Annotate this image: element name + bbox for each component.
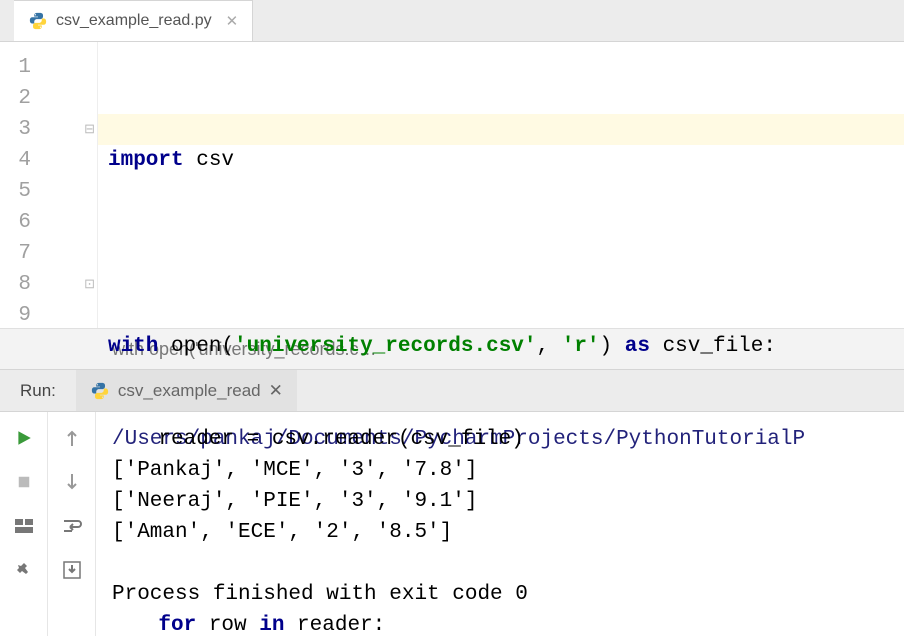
fold-end-icon[interactable]: ⊡ — [84, 269, 95, 300]
python-file-icon — [28, 11, 48, 31]
run-panel-label: Run: — [0, 370, 76, 411]
stop-button[interactable] — [10, 468, 38, 496]
fold-start-icon[interactable]: ⊟ — [84, 114, 95, 145]
line-number: 9 — [0, 300, 97, 331]
soft-wrap-button[interactable] — [58, 512, 86, 540]
layout-button[interactable] — [10, 512, 38, 540]
line-number: 2 — [0, 83, 97, 114]
line-number: 1 — [0, 52, 97, 83]
line-number: 5 — [0, 176, 97, 207]
scroll-down-button[interactable] — [58, 468, 86, 496]
editor-tab-csv-example-read[interactable]: csv_example_read.py ✕ — [14, 0, 253, 41]
run-button[interactable] — [10, 424, 38, 452]
line-number: 7 — [0, 238, 97, 269]
line-gutter: 1 2 3 4 5 6 7 8 9 ⊟ ⊡ — [0, 42, 98, 328]
line-number: 6 — [0, 207, 97, 238]
scroll-to-end-button[interactable] — [58, 556, 86, 584]
line-number: 8 — [0, 269, 97, 300]
line-number: 3 — [0, 114, 97, 145]
line-number: 4 — [0, 145, 97, 176]
editor-tabbar: csv_example_read.py ✕ — [0, 0, 904, 42]
console-tool-columns — [0, 412, 96, 636]
code-area[interactable]: import csv with open('university_records… — [98, 42, 904, 328]
close-icon[interactable]: ✕ — [226, 12, 239, 30]
code-editor[interactable]: 1 2 3 4 5 6 7 8 9 ⊟ ⊡ import csv with op… — [0, 42, 904, 328]
scroll-up-button[interactable] — [58, 424, 86, 452]
current-line-highlight — [98, 114, 904, 145]
pin-button[interactable] — [10, 556, 38, 584]
editor-tab-label: csv_example_read.py — [56, 12, 212, 30]
python-file-icon — [90, 381, 110, 401]
